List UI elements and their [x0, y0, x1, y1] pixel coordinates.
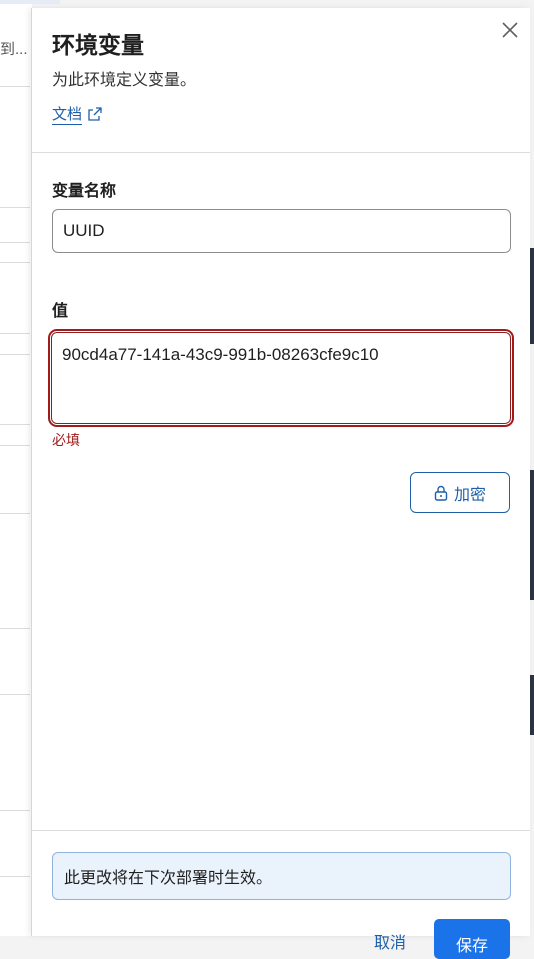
deployment-info-banner: 此更改将在下次部署时生效。 — [52, 852, 511, 900]
save-button[interactable]: 保存 — [434, 919, 510, 959]
footer-actions: 取消 保存 — [374, 919, 510, 959]
variable-value-label: 值 — [52, 303, 69, 320]
background-divider — [0, 86, 30, 87]
background-top-strip — [0, 0, 60, 4]
close-button[interactable] — [500, 20, 520, 40]
required-error-message: 必填 — [52, 432, 80, 448]
cancel-button[interactable]: 取消 — [374, 929, 406, 953]
encrypt-button[interactable]: 加密 — [410, 472, 510, 513]
panel-description: 为此环境定义变量。 — [52, 72, 197, 89]
background-divider — [0, 628, 30, 629]
background-divider — [0, 262, 30, 263]
documentation-link-label: 文档 — [52, 106, 83, 125]
variable-name-label: 变量名称 — [52, 183, 117, 200]
background-divider — [0, 354, 30, 355]
panel-footer: 此更改将在下次部署时生效。 取消 保存 — [32, 830, 530, 959]
panel-header: 环境变量 为此环境定义变量。 文档 — [32, 8, 530, 153]
background-divider — [0, 876, 30, 877]
backdrop-dark-block — [530, 675, 534, 735]
background-page: 到... — [0, 0, 60, 936]
background-divider — [0, 242, 30, 243]
background-divider — [0, 445, 30, 446]
background-divider — [0, 333, 30, 334]
variable-name-input[interactable]: UUID — [52, 209, 511, 253]
environment-variable-panel: 环境变量 为此环境定义变量。 文档 变量名称 UUID 值 90cd4a77-1… — [31, 8, 530, 959]
deployment-info-text: 此更改将在下次部署时生效。 — [64, 870, 273, 887]
backdrop-dark-block — [530, 470, 534, 600]
lock-icon — [434, 485, 448, 501]
encrypt-row: 加密 — [52, 472, 510, 513]
background-divider — [0, 810, 30, 811]
backdrop-dark-block — [530, 248, 534, 344]
external-link-icon — [88, 106, 102, 121]
panel-body: 变量名称 UUID 值 90cd4a77-141a-43c9-991b-0826… — [32, 177, 530, 513]
background-divider — [0, 513, 30, 514]
close-icon — [502, 22, 518, 38]
background-divider — [0, 694, 30, 695]
variable-value-textarea[interactable]: 90cd4a77-141a-43c9-991b-08263cfe9c10 — [51, 332, 511, 424]
encrypt-button-label: 加密 — [453, 486, 486, 504]
variable-value-focus-ring: 90cd4a77-141a-43c9-991b-08263cfe9c10 — [48, 329, 514, 427]
background-divider — [0, 424, 30, 425]
background-truncated-text: 到... — [0, 41, 28, 58]
panel-title: 环境变量 — [52, 32, 144, 58]
documentation-link[interactable]: 文档 — [52, 106, 102, 125]
background-divider — [0, 207, 30, 208]
